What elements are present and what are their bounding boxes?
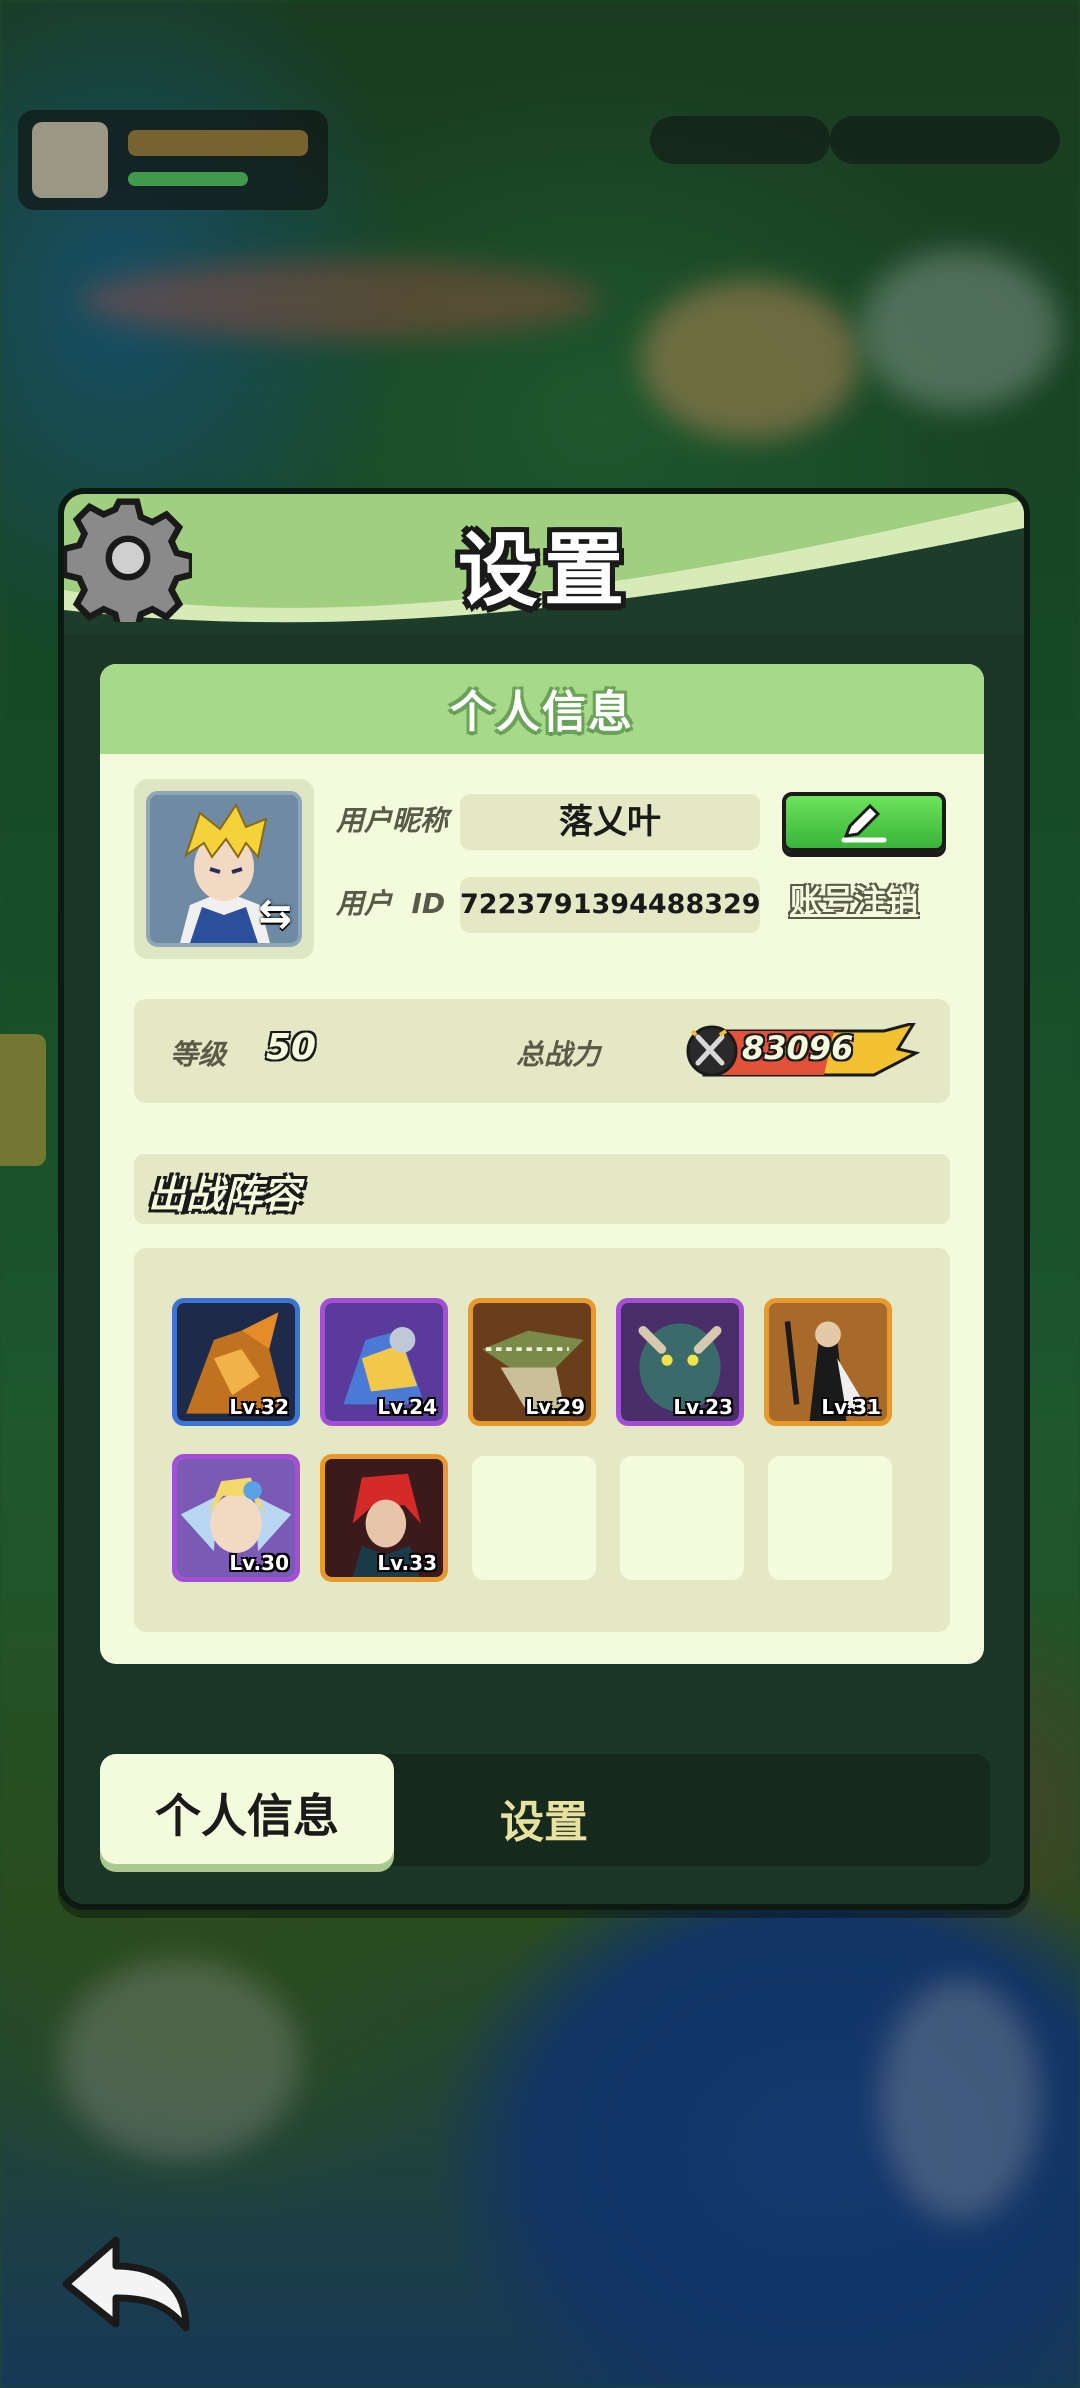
power-badge: 83096: [684, 1020, 921, 1079]
level-value: 50: [266, 1027, 317, 1068]
swap-icon[interactable]: ⇆: [258, 891, 292, 937]
user-id-field: 7223791394488329: [460, 877, 761, 933]
empty-hero-slot[interactable]: [472, 1456, 596, 1580]
dialog-title: 设置: [458, 524, 630, 617]
lineup-header: 出战阵容: [134, 1154, 950, 1224]
power-label: 总战力: [516, 1038, 601, 1071]
hero-slot[interactable]: Lv.32: [172, 1298, 300, 1426]
hero-level: Lv.33: [377, 1551, 437, 1575]
nickname-label: 用户昵称: [336, 804, 449, 837]
back-arrow-icon[interactable]: [58, 2226, 198, 2336]
dialog-tab-bar: 个人信息 设置: [100, 1754, 990, 1866]
settings-dialog: 设置 个人信息 ⇆ 用户昵称 落乂叶 用户 ID 722379139448832…: [58, 488, 1030, 1910]
power-value: 83096: [742, 1029, 854, 1067]
empty-hero-slot[interactable]: [620, 1456, 744, 1580]
hero-slot[interactable]: Lv.24: [320, 1298, 448, 1426]
hero-level: Lv.24: [377, 1395, 437, 1419]
hero-level: Lv.31: [821, 1395, 881, 1419]
hero-slot[interactable]: Lv.30: [172, 1454, 300, 1582]
hero-slot[interactable]: Lv.23: [616, 1298, 744, 1426]
tab-settings[interactable]: 设置: [500, 1786, 588, 1850]
pencil-icon: [841, 803, 887, 843]
avatar-frame[interactable]: ⇆: [134, 779, 314, 959]
hero-level: Lv.23: [673, 1395, 733, 1419]
stats-row: 等级 50 总战力 83096: [134, 999, 950, 1103]
hero-level: Lv.30: [229, 1551, 289, 1575]
hero-slot[interactable]: Lv.33: [320, 1454, 448, 1582]
level-label: 等级: [170, 1038, 227, 1071]
hero-slot[interactable]: Lv.29: [468, 1298, 596, 1426]
nickname-field: 落乂叶: [460, 794, 760, 850]
tab-personal-info[interactable]: 个人信息: [100, 1754, 394, 1864]
hero-level: Lv.32: [229, 1395, 289, 1419]
cancel-account-link[interactable]: 账号注销: [790, 876, 918, 922]
hero-level: Lv.29: [525, 1395, 585, 1419]
empty-hero-slot[interactable]: [768, 1456, 892, 1580]
hero-slot[interactable]: Lv.31: [764, 1298, 892, 1426]
card-title: 个人信息: [450, 687, 634, 738]
edit-nickname-button[interactable]: [782, 792, 946, 852]
tab-personal-info-label: 个人信息: [155, 1789, 339, 1843]
personal-info-card: 个人信息 ⇆ 用户昵称 落乂叶 用户 ID 7223791394488329 账…: [100, 664, 984, 1664]
avatar[interactable]: ⇆: [146, 791, 302, 947]
lineup-grid: Lv.32 Lv.24 Lv.29 Lv.23 Lv.31 Lv.30 Lv.3…: [134, 1248, 950, 1632]
card-header: 个人信息: [100, 664, 984, 754]
dialog-header: 设置: [64, 494, 1024, 634]
user-id-label: 用户 ID: [336, 887, 446, 920]
lineup-title: 出战阵容: [148, 1173, 301, 1217]
